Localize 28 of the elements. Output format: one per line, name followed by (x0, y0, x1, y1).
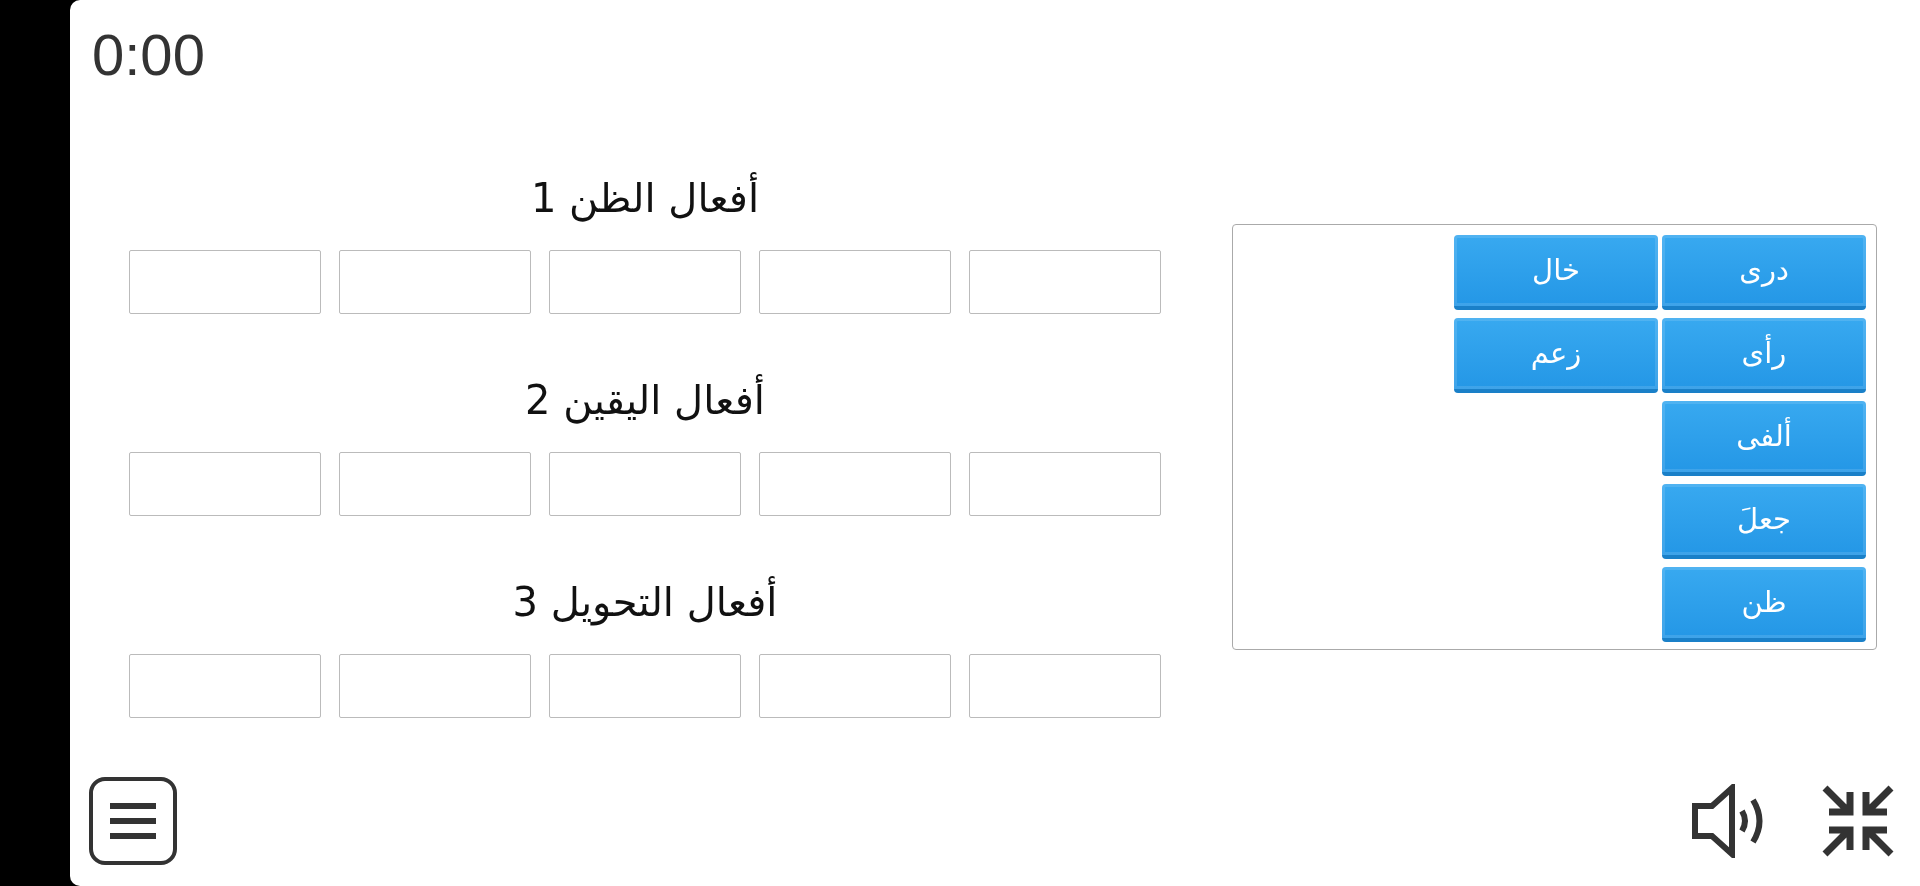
word-tile[interactable]: زعم (1454, 318, 1658, 393)
drop-slot[interactable] (129, 654, 321, 718)
group-title: أفعال الظن 1 (129, 170, 1161, 226)
drop-slot[interactable] (339, 654, 531, 718)
drop-slot[interactable] (969, 452, 1161, 516)
drop-slot[interactable] (549, 250, 741, 314)
word-tile[interactable]: درى (1662, 235, 1866, 310)
drop-slot[interactable] (549, 452, 741, 516)
drop-slot[interactable] (129, 452, 321, 516)
word-tile[interactable]: جعلَ (1662, 484, 1866, 559)
word-tile[interactable]: ظن (1662, 567, 1866, 642)
word-tile[interactable]: رأى (1662, 318, 1866, 393)
drop-slot[interactable] (759, 452, 951, 516)
group-title: أفعال اليقين 2 (129, 372, 1161, 428)
drop-slot[interactable] (759, 250, 951, 314)
group-title: أفعال التحويل 3 (129, 574, 1161, 630)
drop-slot[interactable] (549, 654, 741, 718)
timer: 0:00 (91, 21, 205, 89)
menu-button[interactable] (88, 776, 178, 866)
drop-slot[interactable] (969, 250, 1161, 314)
word-tile[interactable]: خال (1454, 235, 1658, 310)
word-tile[interactable]: ألفى (1662, 401, 1866, 476)
drop-slot[interactable] (759, 654, 951, 718)
drop-slot[interactable] (339, 250, 531, 314)
drop-slot[interactable] (129, 250, 321, 314)
drop-slot[interactable] (969, 654, 1161, 718)
exit-fullscreen-button[interactable] (1821, 784, 1895, 858)
drop-slot[interactable] (339, 452, 531, 516)
